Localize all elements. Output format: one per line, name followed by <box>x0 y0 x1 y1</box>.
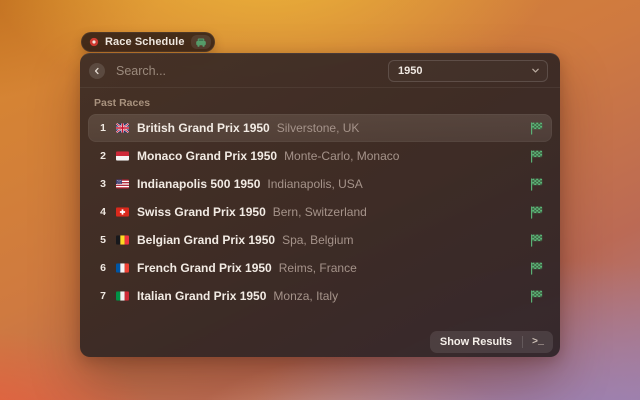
race-location: Bern, Switzerland <box>272 205 367 219</box>
race-row[interactable]: 4 Swiss Grand Prix 1950 Bern, Switzerlan… <box>88 198 552 226</box>
race-row[interactable]: 7 Italian Grand Prix 1950 Monza, Italy <box>88 282 552 310</box>
terminal-button[interactable]: >_ <box>523 331 553 353</box>
race-position: 5 <box>100 234 106 246</box>
checkered-flag-icon <box>529 149 544 164</box>
race-name: Swiss Grand Prix 1950 <box>137 205 266 219</box>
race-row[interactable]: 2 Monaco Grand Prix 1950 Monte-Carlo, Mo… <box>88 142 552 170</box>
footer-action-group: Show Results >_ <box>429 331 553 353</box>
race-location: Indianapolis, USA <box>267 177 363 191</box>
race-row[interactable]: 6 French Grand Prix 1950 Reims, France <box>88 254 552 282</box>
country-flag-icon <box>116 151 129 161</box>
checkered-flag-icon <box>529 261 544 276</box>
race-position: 7 <box>100 290 106 302</box>
race-location: Reims, France <box>278 261 357 275</box>
race-location: Monza, Italy <box>273 289 339 303</box>
race-schedule-panel: 1950 Past Races 1 British Grand Prix 195… <box>80 53 560 357</box>
checkered-flag-icon <box>529 205 544 220</box>
race-position: 3 <box>100 178 106 190</box>
chevron-down-icon <box>531 66 540 75</box>
window-title-pill[interactable]: Race Schedule <box>81 32 215 52</box>
race-position: 2 <box>100 150 106 162</box>
back-button[interactable] <box>89 62 105 79</box>
show-results-button[interactable]: Show Results <box>430 331 522 353</box>
panel-footer: Show Results >_ <box>80 331 560 357</box>
race-position: 1 <box>100 122 106 134</box>
year-dropdown[interactable]: 1950 <box>388 59 548 82</box>
section-title: Past Races <box>94 97 151 109</box>
checkered-flag-icon <box>529 289 544 304</box>
race-row[interactable]: 5 Belgian Grand Prix 1950 Spa, Belgium <box>88 226 552 254</box>
country-flag-icon <box>116 263 129 273</box>
chevron-left-icon <box>93 67 101 75</box>
race-row[interactable]: 1 British Grand Prix 1950 Silverstone, U… <box>88 114 552 142</box>
record-icon <box>89 37 99 47</box>
race-position: 6 <box>100 262 106 274</box>
country-flag-icon <box>116 235 129 245</box>
year-dropdown-value: 1950 <box>398 64 423 77</box>
race-name: Belgian Grand Prix 1950 <box>137 233 276 247</box>
car-icon <box>190 35 211 49</box>
race-name: British Grand Prix 1950 <box>137 121 270 135</box>
race-name: French Grand Prix 1950 <box>137 261 272 275</box>
window-title: Race Schedule <box>105 36 185 48</box>
country-flag-icon <box>116 207 129 217</box>
checkered-flag-icon <box>529 121 544 136</box>
race-location: Monte-Carlo, Monaco <box>284 149 400 163</box>
checkered-flag-icon <box>529 233 544 248</box>
country-flag-icon <box>116 179 129 189</box>
search-bar: 1950 <box>80 54 560 88</box>
country-flag-icon <box>116 291 129 301</box>
race-location: Silverstone, UK <box>276 121 360 135</box>
race-list: 1 British Grand Prix 1950 Silverstone, U… <box>80 114 560 310</box>
race-row[interactable]: 3 Indianapolis 500 1950 Indianapolis, US… <box>88 170 552 198</box>
search-input[interactable] <box>116 63 388 78</box>
country-flag-icon <box>116 123 129 133</box>
race-name: Monaco Grand Prix 1950 <box>137 149 278 163</box>
race-name: Italian Grand Prix 1950 <box>137 289 267 303</box>
race-name: Indianapolis 500 1950 <box>137 177 261 191</box>
race-location: Spa, Belgium <box>282 233 354 247</box>
checkered-flag-icon <box>529 177 544 192</box>
race-position: 4 <box>100 206 106 218</box>
